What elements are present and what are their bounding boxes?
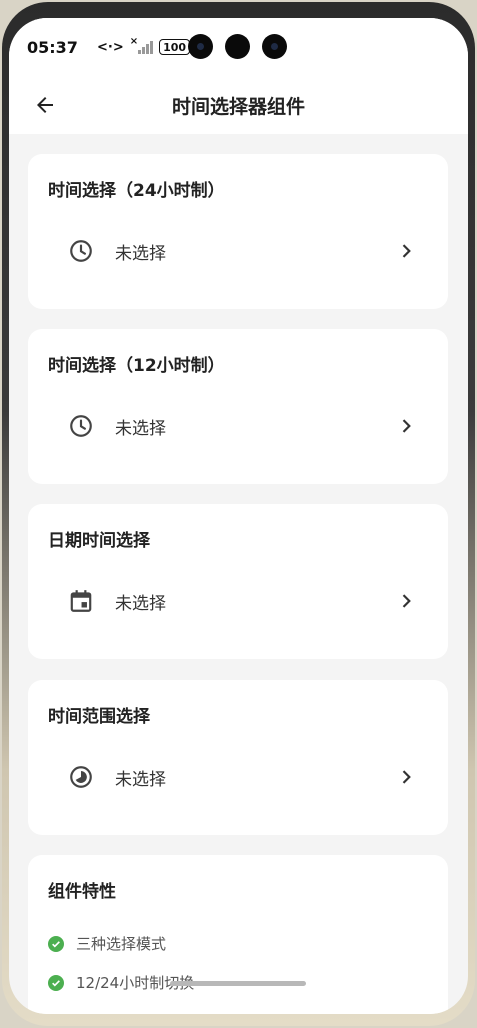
chevron-right-icon	[394, 765, 418, 789]
back-button[interactable]	[29, 89, 61, 121]
calendar-icon	[67, 587, 95, 615]
feature-text: 三种选择模式	[76, 935, 167, 953]
time-12h-picker[interactable]: 未选择	[48, 401, 428, 451]
card-features: 组件特性 三种选择模式 12/24小时制切换	[28, 855, 448, 1014]
card-title: 组件特性	[48, 882, 116, 902]
picker-value: 未选择	[115, 593, 166, 614]
signal-x: ×	[129, 36, 139, 47]
card-time-range: 时间范围选择 未选择	[28, 680, 448, 835]
camera-icon	[188, 34, 213, 59]
status-time: 05:37	[27, 38, 78, 57]
page-title: 时间选择器组件	[171, 95, 305, 118]
home-indicator[interactable]	[170, 981, 306, 986]
time-range-picker[interactable]: 未选择	[48, 752, 428, 802]
card-datetime: 日期时间选择 未选择	[28, 504, 448, 659]
status-bar: 05:37 <·> × 100	[9, 18, 468, 76]
battery-icon: 100	[159, 39, 191, 55]
picker-value: 未选择	[115, 418, 166, 439]
time-24h-picker[interactable]: 未选择	[48, 226, 428, 276]
nfc-icon: <·>	[97, 39, 124, 55]
signal-icon: ×	[130, 36, 154, 54]
picker-value: 未选择	[115, 769, 166, 790]
datetime-picker[interactable]: 未选择	[48, 576, 428, 626]
back-arrow-icon	[37, 97, 53, 113]
card-title: 时间范围选择	[48, 707, 150, 727]
chevron-right-icon	[394, 589, 418, 613]
card-title: 时间选择（12小时制）	[48, 356, 225, 376]
card-title: 日期时间选择	[48, 531, 150, 551]
clock-icon	[67, 412, 95, 440]
check-circle-icon	[48, 974, 64, 991]
card-time-12h: 时间选择（12小时制） 未选择	[28, 329, 448, 484]
chevron-right-icon	[394, 414, 418, 438]
status-icons: <·> × 100	[97, 36, 191, 58]
clock-icon	[67, 237, 95, 265]
app-header: 时间选择器组件	[9, 76, 468, 134]
sensor-icon	[225, 34, 250, 59]
screen: 05:37 <·> × 100 时间选择器组件 时间选择（24小时制） 未选择 …	[9, 18, 468, 1014]
check-circle-icon	[48, 935, 64, 952]
range-icon	[67, 763, 95, 791]
chevron-right-icon	[394, 239, 418, 263]
picker-value: 未选择	[115, 243, 166, 264]
feature-item: 三种选择模式	[48, 933, 166, 954]
camera-icon	[262, 34, 287, 59]
card-time-24h: 时间选择（24小时制） 未选择	[28, 154, 448, 309]
card-title: 时间选择（24小时制）	[48, 181, 225, 201]
